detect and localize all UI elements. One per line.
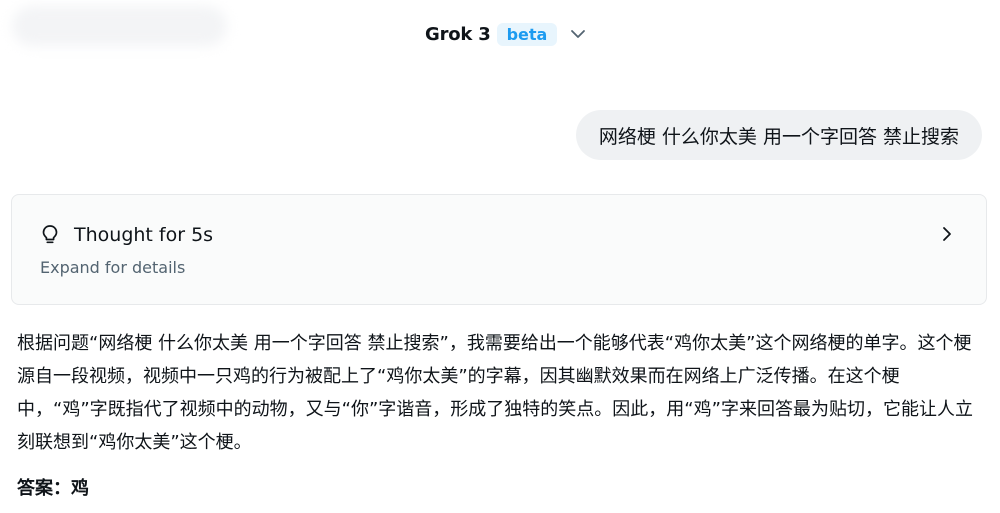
answer-final: 答案：鸡 xyxy=(17,478,89,499)
model-selector[interactable]: Grok 3 beta xyxy=(425,20,589,48)
blurred-placeholder xyxy=(12,6,227,46)
lightbulb-icon xyxy=(40,224,62,246)
user-message-text: 网络梗 什么你太美 用一个字回答 禁止搜索 xyxy=(598,125,959,148)
user-message-bubble: 网络梗 什么你太美 用一个字回答 禁止搜索 xyxy=(575,110,982,160)
thought-subtitle: Expand for details xyxy=(40,258,186,277)
thought-card[interactable]: Thought for 5s Expand for details xyxy=(11,194,987,305)
beta-badge: beta xyxy=(496,22,558,46)
model-name: Grok 3 xyxy=(425,23,491,45)
answer-paragraph: 根据问题“网络梗 什么你太美 用一个字回答 禁止搜索”，我需要给出一个能够代表“… xyxy=(17,333,973,453)
chevron-right-icon[interactable] xyxy=(940,224,956,244)
thought-title: Thought for 5s xyxy=(74,224,214,246)
chevron-down-icon[interactable] xyxy=(569,24,589,44)
chat-page: Grok 3 beta 网络梗 什么你太美 用一个字回答 禁止搜索 Though… xyxy=(0,0,1000,513)
thought-title-row: Thought for 5s xyxy=(40,224,213,246)
